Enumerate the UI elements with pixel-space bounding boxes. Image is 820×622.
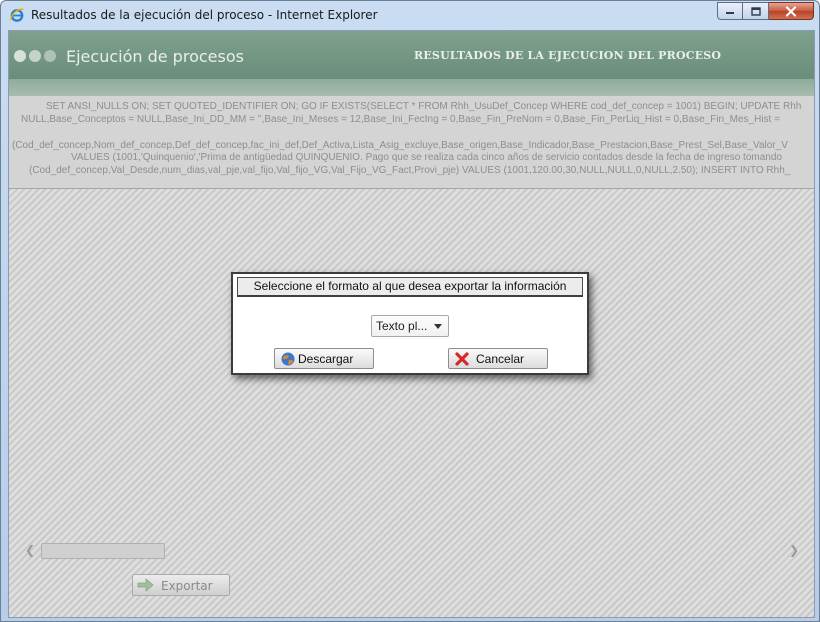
window-title: Resultados de la ejecución del proceso -… (31, 8, 378, 22)
sql-output: SET ANSI_NULLS ON; SET QUOTED_IDENTIFIER… (9, 96, 814, 189)
maximize-icon (750, 6, 761, 16)
export-format-dialog: Seleccione el formato al que desea expor… (231, 272, 589, 375)
download-globe-icon (281, 352, 295, 366)
format-select[interactable]: Texto pl... (371, 315, 449, 337)
sql-line: SET ANSI_NULLS ON; SET QUOTED_IDENTIFIER… (46, 101, 802, 112)
chevron-right-icon[interactable]: ❯ (789, 543, 799, 557)
minimize-button[interactable] (717, 2, 743, 20)
download-button[interactable]: Descargar (274, 348, 374, 369)
cancel-button[interactable]: Cancelar (448, 348, 548, 369)
browser-window: Resultados de la ejecución del proceso -… (0, 0, 820, 622)
chevron-left-icon[interactable]: ❮ (25, 543, 35, 557)
export-arrow-icon (137, 578, 154, 592)
export-label: Exportar (161, 579, 213, 593)
cancel-label: Cancelar (476, 352, 525, 366)
app-header: Ejecución de procesos RESULTADOS DE LA E… (9, 31, 814, 96)
maximize-button[interactable] (743, 2, 769, 20)
sql-line: (Cod_def_concep,Nom_def_concep,Def_def_c… (12, 140, 788, 151)
export-button[interactable]: Exportar (132, 574, 230, 596)
title-bar[interactable]: Resultados de la ejecución del proceso -… (1, 1, 819, 30)
cancel-x-icon (455, 352, 469, 366)
format-selected-value: Texto pl... (376, 319, 428, 333)
dialog-heading: Seleccione el formato al que desea expor… (237, 277, 583, 297)
minimize-icon (726, 12, 734, 14)
sql-line: VALUES (1001,'Quinquenio','Prima de anti… (71, 152, 782, 163)
section-title: RESULTADOS DE LA EJECUCION DEL PROCESO (414, 49, 722, 62)
close-icon (785, 5, 797, 17)
window-controls (717, 2, 814, 21)
dot-icon (44, 50, 56, 62)
header-dots (14, 50, 56, 62)
close-window-button[interactable] (769, 2, 814, 20)
dot-icon (29, 50, 41, 62)
scrollbar-thumb[interactable] (41, 543, 165, 559)
dot-icon (14, 50, 26, 62)
app-header-band (9, 79, 814, 96)
sql-line: NULL,Base_Conceptos = NULL,Base_Ini_DD_M… (21, 114, 780, 125)
app-title: Ejecución de procesos (66, 47, 244, 66)
internet-explorer-icon (9, 8, 24, 22)
horizontal-scrollbar[interactable]: ❮ ❯ (25, 541, 799, 559)
chevron-down-icon (434, 324, 442, 329)
download-label: Descargar (298, 352, 354, 366)
sql-line: (Cod_def_concep,Val_Desde,num_dias,val_p… (29, 165, 791, 176)
